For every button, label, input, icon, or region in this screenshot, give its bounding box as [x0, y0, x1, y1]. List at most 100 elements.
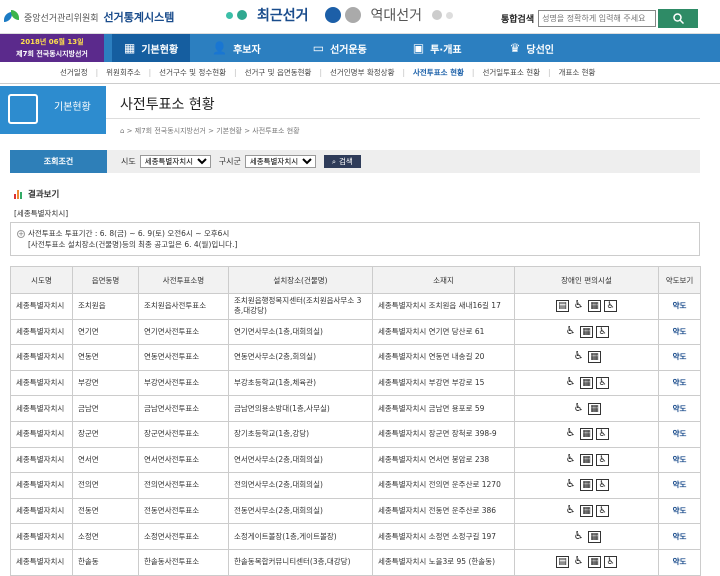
nav-item-candidate[interactable]: 👤 후보자	[212, 34, 261, 62]
logo[interactable]: 중앙선거관리위원회 선거통계시스템	[4, 9, 174, 25]
subnav-committee[interactable]: 위원회주소	[106, 67, 141, 78]
search-icon: ⌕	[331, 156, 337, 166]
map-link[interactable]: 약도	[658, 548, 701, 576]
dong-cell: 부강면	[72, 369, 139, 397]
col-header: 사전투표소명	[138, 266, 229, 294]
notice-box: + 사전투표소 투표기간 : 6. 8(금) ~ 6. 9(토) 오전6시 ~ 오…	[10, 222, 700, 256]
map-link[interactable]: 약도	[658, 369, 701, 397]
dong-cell: 연기면	[72, 318, 139, 346]
ramp-icon: ▦	[588, 300, 601, 313]
location-cell: 한솔동복합커뮤니티센터(3층,대강당)	[228, 548, 373, 576]
gu-select[interactable]: 세종특별자치시	[244, 155, 316, 168]
breadcrumb-item: 사전투표소 현황	[252, 127, 300, 135]
nav-label: 후보자	[233, 44, 261, 56]
nav-item-basic[interactable]: ▦ 기본현황	[112, 34, 191, 62]
station-cell: 장군면사전투표소	[138, 420, 229, 448]
sido-cell: 세종특별자치시	[10, 395, 73, 422]
nav-item-winner[interactable]: ♛ 당선인	[510, 34, 554, 62]
election-name: 제7회 전국동시지방선거	[16, 50, 88, 58]
subnav-district-dong[interactable]: 선거구 및 읍면동현황	[245, 67, 312, 78]
breadcrumb-item[interactable]: 제7회 전국동시지방선거	[135, 127, 206, 135]
search-submit-button[interactable]: ⌕ 검색	[323, 155, 361, 168]
table-row: 세종특별자치시 소정면 소정면사전투표소 소정게이트볼장(1층,게이트볼장) 세종특별자…	[10, 523, 701, 550]
map-link[interactable]: 약도	[658, 446, 701, 474]
subnav-schedule[interactable]: 선거일정	[60, 67, 88, 78]
notice-announce: [사전투표소 설치장소(건물명)등의 최종 공고일은 6. 4(월)입니다.]	[28, 240, 238, 249]
sido-cell: 세종특별자치시	[10, 420, 73, 448]
facility-icons: ♿ ▦ ♿	[514, 420, 659, 448]
filter-label: 조회조건	[10, 150, 107, 173]
ramp-icon: ▦	[580, 377, 593, 390]
past-election-link[interactable]: 역대선거	[371, 5, 423, 25]
org-name: 중앙선거관리위원회	[24, 13, 99, 24]
election-mode-toggle: 최근선거 역대선거	[226, 5, 457, 25]
facility-icons: ▤ ♿ ▦ ♿	[514, 548, 659, 576]
result-heading: 결과보기	[14, 188, 59, 200]
address-cell: 세종특별자치시 조치원읍 새내16길 17	[372, 293, 515, 320]
recent-election-link[interactable]: 최근선거	[257, 5, 309, 25]
location-cell: 소정게이트볼장(1층,게이트볼장)	[228, 523, 373, 550]
subnav-early-voting[interactable]: 사전투표소 현황	[413, 67, 464, 78]
search-button[interactable]	[658, 9, 699, 28]
dot-icon	[237, 10, 247, 20]
facility-icons: ♿ ▦ ♿	[514, 318, 659, 346]
subnav-counting[interactable]: 개표소 현황	[559, 67, 596, 78]
facility-icons: ♿ ▦ ♿	[514, 497, 659, 525]
map-link[interactable]: 약도	[658, 395, 701, 422]
filter-bar: 조회조건 시도 세종특별자치시 구시군 세종특별자치시 ⌕ 검색	[10, 150, 700, 173]
election-badge[interactable]: 2018년 06월 13일 제7회 전국동시지방선거	[0, 34, 104, 62]
subnav-voter-roll[interactable]: 선거인명부 확정상황	[330, 67, 394, 78]
dong-cell: 한솔동	[72, 548, 139, 576]
wheelchair-icon: ♿	[573, 298, 584, 312]
search-input[interactable]	[538, 10, 657, 27]
map-link[interactable]: 약도	[658, 344, 701, 371]
sido-cell: 세종특별자치시	[10, 446, 73, 474]
wheelchair-icon: ♿	[573, 554, 584, 568]
ramp-icon: ▦	[588, 556, 601, 569]
location-cell: 장기초등학교(1층,강당)	[228, 420, 373, 448]
crown-icon: ♛	[509, 41, 521, 55]
separator: |	[402, 68, 405, 77]
map-link[interactable]: 약도	[658, 523, 701, 550]
accessible-toilet-icon: ♿	[596, 479, 609, 492]
sido-select[interactable]: 세종특별자치시	[139, 155, 211, 168]
page-title: 사전투표소 현황	[120, 97, 215, 113]
subnav-election-day[interactable]: 선거일투표소 현황	[482, 67, 540, 78]
table-row: 세종특별자치시 연동면 연동면사전투표소 연동면사무소(2층,회의실) 세종특별자치시 …	[10, 344, 701, 371]
table-row: 세종특별자치시 금남면 금남면사전투표소 금남면의용소방대(1층,사무실) 세종특별자치…	[10, 395, 701, 422]
plus-icon: +	[17, 230, 25, 238]
accessible-toilet-icon: ♿	[596, 428, 609, 441]
subnav-district-count[interactable]: 선거구수 및 정수현황	[159, 67, 226, 78]
ramp-icon: ▦	[588, 351, 601, 364]
person-icon: 👤	[212, 41, 228, 55]
elevator-icon: ▤	[556, 300, 569, 313]
col-header: 설치장소(건물명)	[228, 266, 373, 294]
ramp-icon: ▦	[588, 530, 601, 543]
election-date: 2018년 06월 13일	[20, 38, 84, 46]
ramp-icon: ▦	[580, 479, 593, 492]
separator: |	[234, 68, 237, 77]
table-row: 세종특별자치시 조치원읍 조치원읍사전투표소 조치원읍행정복지센터(조치원읍사무소 3…	[10, 293, 701, 320]
nav-item-vote[interactable]: ▣ 투·개표	[413, 34, 462, 62]
sub-nav: 선거일정 | 위원회주소 | 선거구수 및 정수현황 | 선거구 및 읍면동현황 | 선…	[0, 62, 720, 84]
breadcrumb-item[interactable]: 기본현황	[216, 127, 242, 135]
map-link[interactable]: 약도	[658, 318, 701, 346]
separator: |	[548, 68, 551, 77]
bar-chart-icon	[14, 189, 23, 199]
accessible-toilet-icon: ♿	[604, 556, 617, 569]
facility-icons: ♿ ▦	[514, 523, 659, 550]
ramp-icon: ▦	[580, 453, 593, 466]
nav-item-campaign[interactable]: ▭ 선거운동	[313, 34, 367, 62]
map-link[interactable]: 약도	[658, 497, 701, 525]
facility-icons: ♿ ▦	[514, 395, 659, 422]
wheelchair-icon: ♿	[573, 349, 584, 363]
map-link[interactable]: 약도	[658, 293, 701, 320]
map-link[interactable]: 약도	[658, 420, 701, 448]
home-icon[interactable]: ⌂	[120, 127, 124, 135]
location-cell: 부강초등학교(1층,체육관)	[228, 369, 373, 397]
nec-logo-icon	[4, 10, 20, 24]
map-link[interactable]: 약도	[658, 472, 701, 499]
col-header: 시도명	[10, 266, 73, 294]
nav-label: 당선인	[526, 44, 554, 56]
dong-cell: 조치원읍	[72, 293, 139, 320]
